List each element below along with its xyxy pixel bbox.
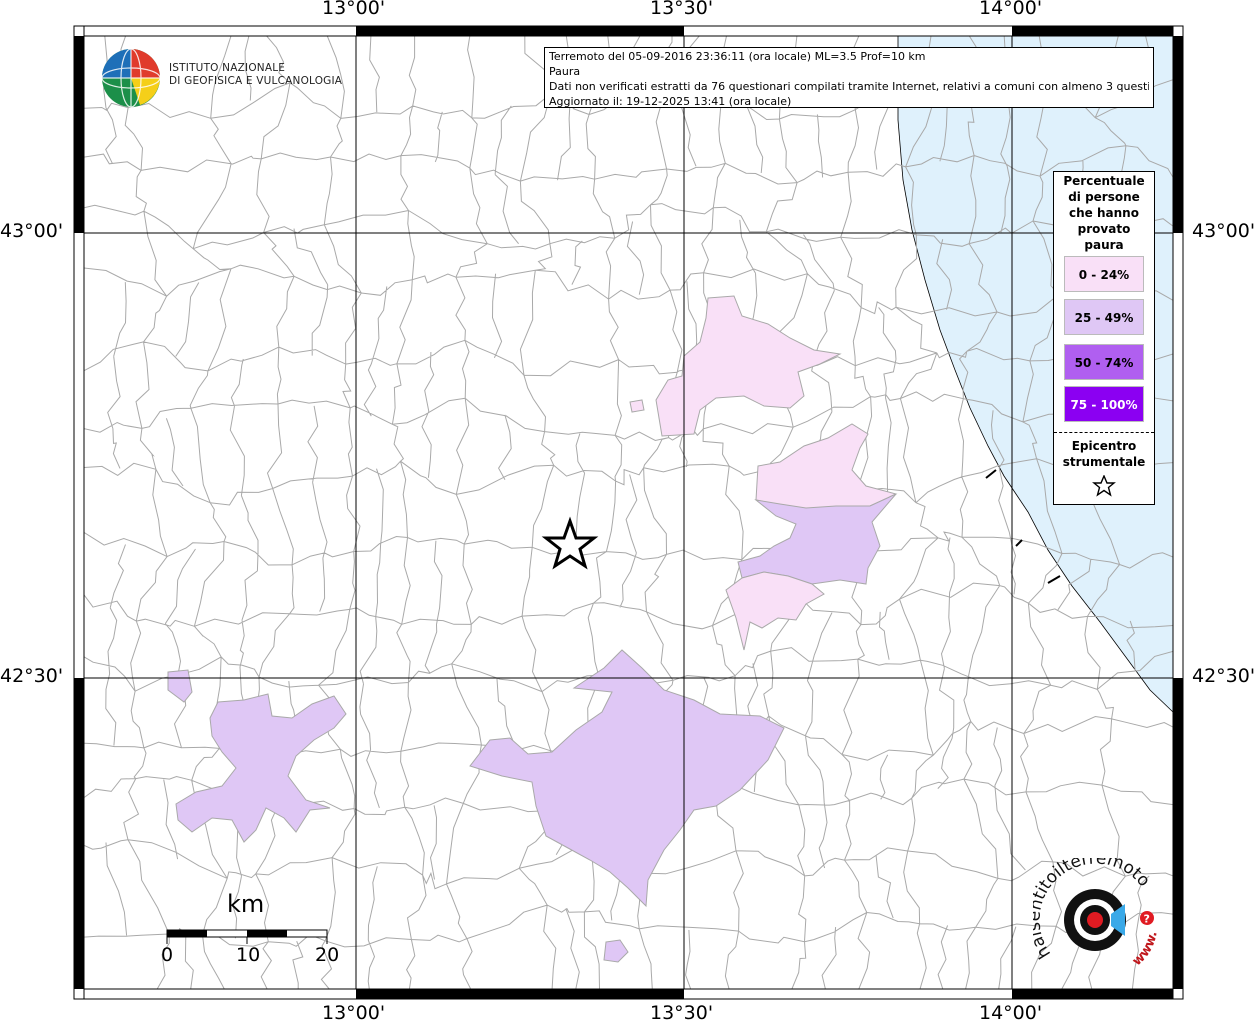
lat-label-left: 43°00': [0, 220, 64, 242]
lon-label-top: 13°00': [322, 0, 386, 19]
event-line: Terremoto del 05-09-2016 23:36:11 (ora l…: [549, 50, 926, 63]
sentito-www: www.: [1130, 930, 1161, 969]
svg-text:?: ?: [1144, 913, 1150, 926]
sentito-logo: haisentitoilterremoto.it www. ?: [1033, 858, 1161, 969]
parameter-line: Paura: [549, 65, 581, 78]
scale-unit: km: [227, 890, 265, 918]
updated-line: Aggiornato il: 19-12-2025 13:41 (ora loc…: [549, 95, 792, 108]
ingv-logo-text: ISTITUTO NAZIONALE DI GEOFISICA E VULCAN…: [169, 62, 342, 88]
lon-label-bottom: 14°00': [979, 1002, 1043, 1024]
legend-title-line: paura: [1084, 238, 1124, 252]
lat-label-left: 42°30': [0, 665, 64, 687]
scale-tick-label: 20: [315, 944, 340, 966]
legend-swatch-0-24: 0 - 24%: [1064, 256, 1144, 292]
lon-label-bottom: 13°30': [650, 1002, 714, 1024]
scale-tick-label: 0: [161, 944, 174, 966]
legend-epicenter-label: Epicentro strumentale: [1054, 438, 1154, 470]
star-outline-icon: [1092, 475, 1116, 497]
ingv-name-line: DI GEOFISICA E VULCANOLOGIA: [169, 75, 343, 87]
lat-label-right: 42°30': [1192, 665, 1256, 687]
ingv-globe-icon: [101, 48, 161, 108]
legend-title-line: che hanno: [1069, 206, 1139, 220]
lon-label-top: 14°00': [979, 0, 1043, 19]
legend: Percentuale di persone che hanno provato…: [1053, 171, 1155, 505]
legend-title-line: di persone: [1068, 190, 1140, 204]
legend-swatch-75-100: 75 - 100%: [1064, 386, 1144, 422]
legend-swatch-50-74: 50 - 74%: [1064, 344, 1144, 380]
ingv-name-line: ISTITUTO NAZIONALE: [169, 62, 286, 74]
legend-title-line: provato: [1077, 222, 1131, 236]
lat-label-right: 43°00': [1192, 220, 1256, 242]
municipality-0-24: [629, 399, 645, 413]
scale-tick-label: 10: [236, 944, 261, 966]
lon-label-top: 13°30': [650, 0, 714, 19]
legend-epicenter-line: Epicentro: [1071, 439, 1137, 453]
event-info-box: Terremoto del 05-09-2016 23:36:11 (ora l…: [544, 47, 1154, 108]
lon-label-bottom: 13°00': [322, 1002, 386, 1024]
legend-epicenter-line: strumentale: [1062, 455, 1146, 469]
data-note-line: Dati non verificati estratti da 76 quest…: [549, 80, 1149, 93]
legend-swatch-25-49: 25 - 49%: [1064, 299, 1144, 335]
legend-title-line: Percentuale: [1063, 174, 1145, 188]
legend-title: Percentuale di persone che hanno provato…: [1054, 173, 1154, 253]
legend-divider: [1054, 432, 1154, 433]
